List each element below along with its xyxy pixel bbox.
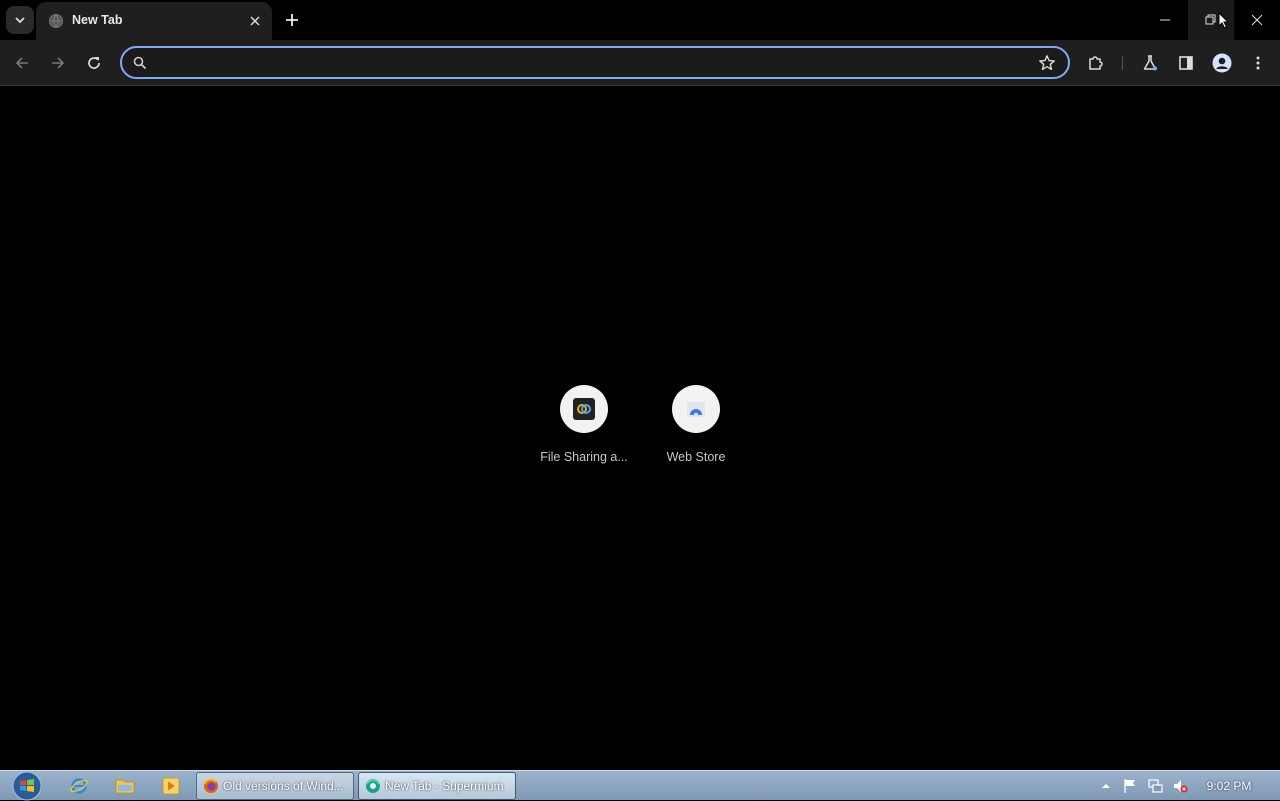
globe-icon — [49, 14, 63, 28]
forward-button[interactable] — [44, 49, 72, 77]
internet-explorer-pin[interactable] — [66, 774, 92, 798]
address-bar[interactable] — [120, 46, 1070, 79]
restore-icon — [1205, 14, 1216, 25]
taskbar: Old versions of Wind... New Tab - Superm… — [0, 770, 1280, 801]
volume-muted-icon — [1174, 780, 1188, 793]
more-vertical-icon — [1256, 56, 1260, 70]
media-player-pin[interactable] — [158, 774, 184, 798]
shortcut-icon-circle — [672, 385, 720, 433]
minimize-button[interactable] — [1142, 0, 1188, 40]
taskbar-clock[interactable]: 9:02 PM — [1200, 779, 1258, 793]
tab-search-button[interactable] — [6, 6, 34, 34]
chevron-up-icon — [1102, 784, 1110, 788]
shortcut-web-store[interactable]: Web Store — [640, 385, 752, 475]
start-button[interactable] — [8, 771, 46, 801]
flag-icon — [1124, 779, 1135, 793]
arrow-right-icon — [52, 57, 65, 69]
show-hidden-icons-button[interactable] — [1098, 778, 1114, 794]
avatar-icon — [1212, 53, 1232, 73]
reload-icon — [88, 57, 100, 69]
plus-icon — [286, 14, 298, 26]
back-button[interactable] — [8, 49, 36, 77]
shortcut-label: File Sharing a... — [540, 450, 628, 464]
extensions-button[interactable] — [1082, 49, 1110, 77]
chevron-down-icon — [15, 17, 25, 24]
taskbar-item-label: New Tab - Supermium — [385, 779, 504, 793]
tab-title: New Tab — [72, 13, 123, 27]
arrow-left-icon — [15, 57, 28, 69]
file-explorer-pin[interactable] — [112, 774, 138, 798]
volume-button[interactable] — [1172, 778, 1188, 794]
profile-button[interactable] — [1208, 49, 1236, 77]
supermium-icon — [366, 779, 380, 793]
labs-button[interactable] — [1136, 49, 1164, 77]
mouse-cursor-icon — [1218, 12, 1230, 29]
file-sharing-icon — [573, 398, 595, 420]
web-store-icon — [687, 402, 705, 418]
side-panel-button[interactable] — [1172, 49, 1200, 77]
new-tab-page: File Sharing a... Web Store — [0, 87, 1280, 770]
taskbar-item-label: Old versions of Wind... — [223, 779, 344, 793]
side-panel-icon — [1179, 56, 1193, 70]
new-tab-button[interactable] — [280, 8, 304, 32]
media-player-icon — [162, 777, 180, 795]
browser-window: New Tab File Sharing a... Web Store — [0, 0, 1280, 770]
search-icon — [133, 56, 147, 70]
star-icon[interactable] — [1038, 54, 1056, 72]
tab-new-tab[interactable]: New Tab — [36, 2, 272, 40]
address-input[interactable] — [158, 53, 1018, 73]
close-icon — [1251, 14, 1263, 26]
toolbar — [0, 40, 1280, 86]
puzzle-icon — [1089, 56, 1103, 70]
shortcut-label: Web Store — [666, 450, 726, 464]
taskbar-item-supermium[interactable]: New Tab - Supermium — [358, 772, 516, 800]
flask-icon — [1143, 55, 1157, 71]
reload-button[interactable] — [80, 49, 108, 77]
firefox-icon — [204, 778, 218, 793]
taskbar-item-firefox[interactable]: Old versions of Wind... — [196, 772, 354, 800]
shortcut-file-sharing[interactable]: File Sharing a... — [528, 385, 640, 475]
folder-icon — [115, 779, 135, 794]
shortcut-icon-circle — [560, 385, 608, 433]
internet-explorer-icon — [70, 778, 88, 794]
close-icon — [250, 16, 260, 26]
toolbar-divider — [1122, 56, 1123, 70]
menu-button[interactable] — [1244, 49, 1272, 77]
minimize-icon — [1160, 19, 1170, 21]
close-window-button[interactable] — [1234, 0, 1280, 40]
action-center-button[interactable] — [1122, 778, 1138, 794]
windows-logo-icon — [12, 771, 42, 801]
tab-strip: New Tab — [0, 0, 1280, 40]
network-button[interactable] — [1147, 778, 1163, 794]
network-icon — [1148, 779, 1163, 793]
tab-close-button[interactable] — [246, 12, 264, 30]
